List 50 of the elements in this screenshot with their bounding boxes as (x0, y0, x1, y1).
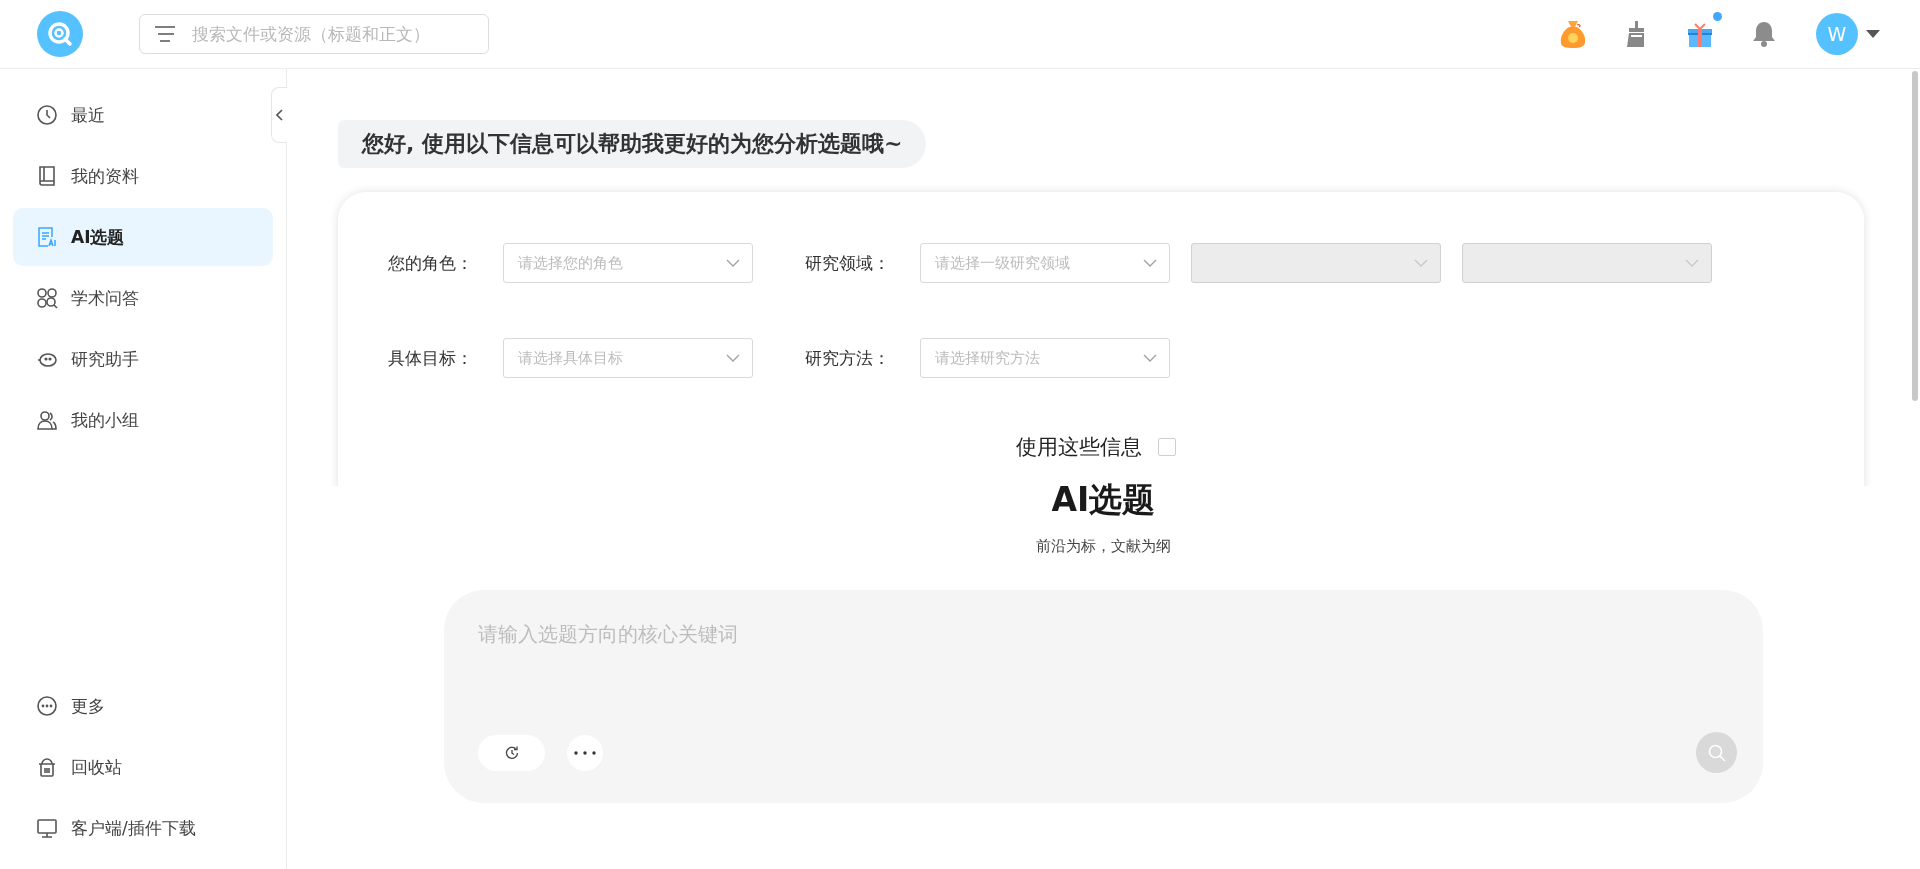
sidebar-item[interactable]: AI选题 (13, 208, 273, 266)
people-icon (36, 409, 58, 431)
chevron-down-icon (1414, 259, 1428, 267)
chevron-left-icon (275, 109, 284, 121)
collapse-button[interactable] (271, 87, 287, 143)
sidebar-item[interactable]: 我的资料 (13, 147, 273, 205)
ellipsis-icon (574, 750, 596, 755)
more-icon (36, 695, 58, 717)
page-title: AI选题 (1051, 479, 1156, 521)
caret-icon[interactable] (1866, 29, 1880, 39)
field-label: 您的角色： (388, 251, 474, 275)
field-label: 具体目标： (388, 346, 474, 370)
search-input[interactable]: 搜索文件或资源（标题和正文） (190, 23, 488, 45)
bell-icon[interactable] (1752, 20, 1776, 48)
query-box[interactable]: 请输入选题方向的核心关键词 (444, 590, 1763, 803)
monitor-icon (36, 817, 58, 839)
use-info-label: 使用这些信息 (1016, 434, 1142, 461)
document-ai-icon (36, 226, 58, 248)
greeting-bubble: 您好, 使用以下信息可以帮助我更好的为您分析选题哦~ (338, 120, 927, 168)
grid-search-icon (36, 287, 58, 309)
menu-icon (154, 25, 176, 43)
use-info-checkbox[interactable] (1158, 438, 1176, 456)
sidebar-item[interactable]: 最近 (13, 86, 273, 144)
history-button[interactable] (478, 734, 545, 771)
book-icon (36, 165, 58, 187)
clock-icon (36, 104, 58, 126)
search-icon (1706, 742, 1727, 763)
page-subtitle: 前沿为标，文献为纲 (1036, 537, 1171, 556)
sidebar-item[interactable]: 更多 (13, 677, 273, 735)
sidebar-item[interactable]: 学术问答 (13, 269, 273, 327)
chevron-down-icon (726, 259, 740, 267)
money-bag-icon[interactable] (1560, 19, 1586, 49)
sidebar-item[interactable]: 客户端/插件下载 (13, 799, 273, 857)
sidebar-item[interactable]: 研究助手 (13, 330, 273, 388)
field-label: 研究领域： (805, 251, 891, 275)
scrollbar[interactable] (1912, 71, 1918, 401)
gift-icon[interactable] (1686, 20, 1714, 48)
history-icon (503, 744, 520, 761)
search-field[interactable]: 搜索文件或资源（标题和正文） (139, 14, 489, 54)
chevron-down-icon (1143, 259, 1157, 267)
sidebar-item[interactable]: 回收站 (13, 738, 273, 796)
trash-icon (36, 756, 58, 778)
chevron-down-icon (1685, 259, 1699, 267)
keyword-field[interactable]: 请输入选题方向的核心关键词 (478, 621, 1737, 732)
field-label: 研究方法： (805, 346, 891, 370)
more-button[interactable] (567, 734, 603, 771)
chevron-down-icon (726, 354, 740, 362)
sidebar-item[interactable]: 我的小组 (13, 391, 273, 449)
chevron-down-icon (1143, 354, 1157, 362)
logo-icon[interactable] (37, 11, 83, 57)
